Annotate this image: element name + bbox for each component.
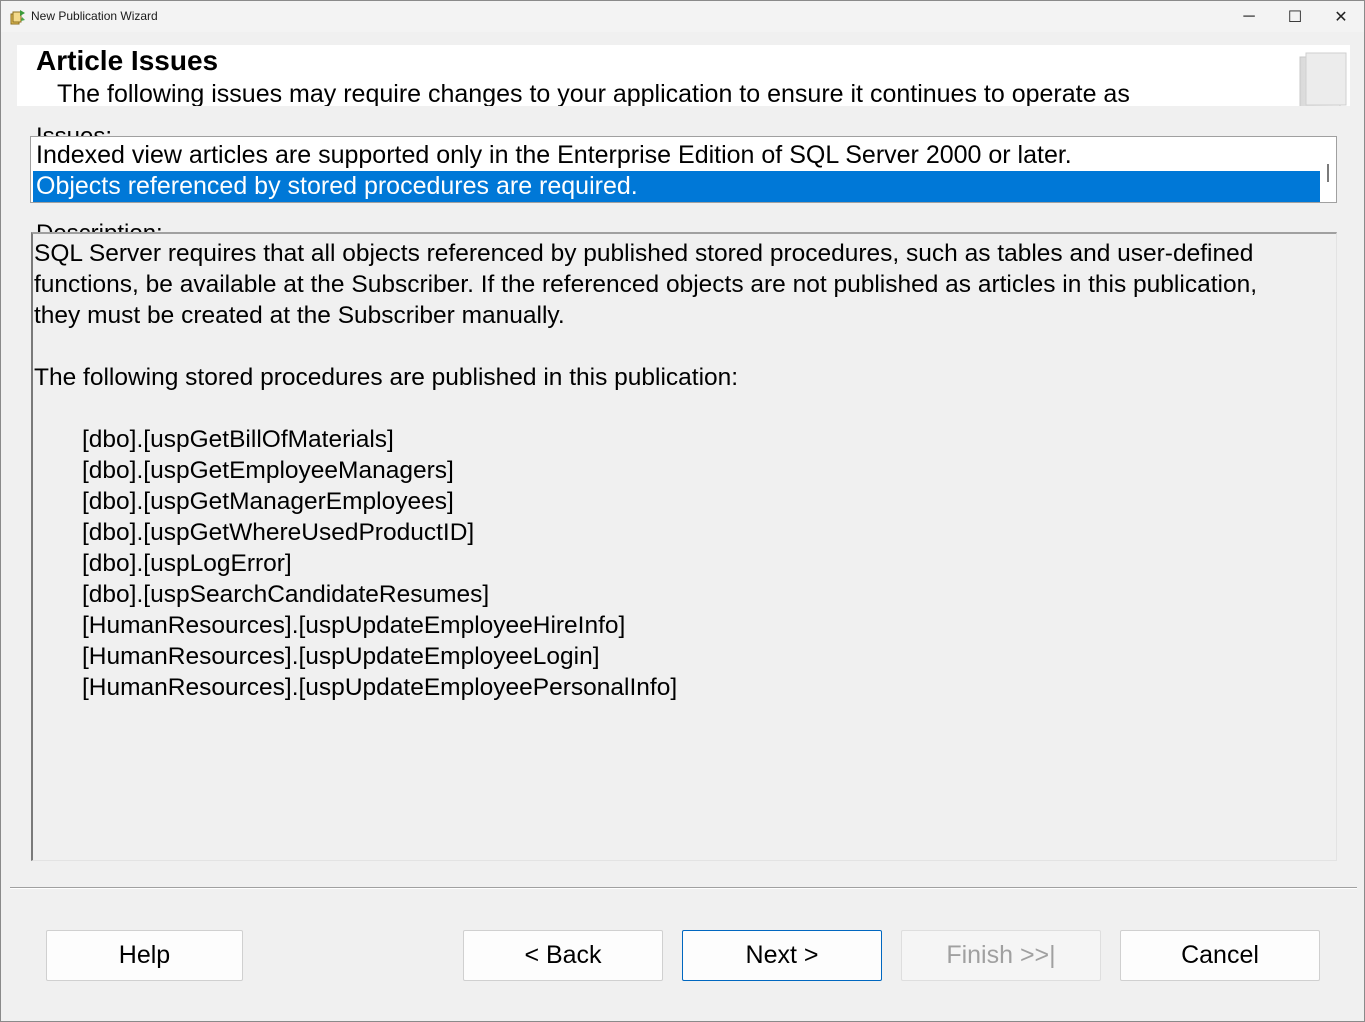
help-button[interactable]: Help <box>46 930 243 981</box>
list-item: [dbo].[uspGetEmployeeManagers] <box>82 457 454 484</box>
list-item: [dbo].[uspGetWhereUsedProductID] <box>82 519 475 546</box>
issues-label: Issues: <box>36 123 113 137</box>
wizard-banner-icon <box>1299 52 1347 106</box>
minimize-icon: ─ <box>1243 7 1255 25</box>
title-bar: New Publication Wizard ─ ☐ ✕ <box>1 1 1364 32</box>
wizard-header: Article Issues The following issues may … <box>17 45 1350 106</box>
maximize-icon: ☐ <box>1287 8 1303 26</box>
footer-divider <box>10 887 1357 889</box>
page-subtitle: The following issues may require changes… <box>57 80 1130 106</box>
list-item: [HumanResources].[uspUpdateEmployeePerso… <box>82 674 678 701</box>
issues-scrollbar[interactable] <box>1320 137 1336 202</box>
description-paragraph: SQL Server requires that all objects ref… <box>34 240 1258 329</box>
issues-list[interactable]: Indexed view articles are supported only… <box>30 136 1337 203</box>
page-title: Article Issues <box>36 45 219 76</box>
minimize-button[interactable]: ─ <box>1226 1 1272 32</box>
description-box: SQL Server requires that all objects ref… <box>31 232 1337 861</box>
list-item: [HumanResources].[uspUpdateEmployeeHireI… <box>82 612 626 639</box>
issue-item-stored-procedures[interactable]: Objects referenced by stored procedures … <box>33 171 1322 202</box>
list-item: [dbo].[uspGetManagerEmployees] <box>82 488 454 515</box>
list-item: [dbo].[uspSearchCandidateResumes] <box>82 581 490 608</box>
wizard-app-icon <box>10 10 25 25</box>
procedure-list: [dbo].[uspGetBillOfMaterials] [dbo].[usp… <box>34 424 1304 703</box>
description-text: SQL Server requires that all objects ref… <box>34 238 1304 703</box>
list-item: [HumanResources].[uspUpdateEmployeeLogin… <box>82 643 600 670</box>
close-icon: ✕ <box>1334 8 1348 26</box>
description-paragraph: The following stored procedures are publ… <box>34 364 739 391</box>
wizard-window: New Publication Wizard ─ ☐ ✕ Article Iss… <box>0 0 1365 1022</box>
list-item: [dbo].[uspGetBillOfMaterials] <box>82 426 394 453</box>
issue-item-indexed-view[interactable]: Indexed view articles are supported only… <box>33 140 1322 171</box>
next-button[interactable]: Next > <box>682 930 882 981</box>
finish-button: Finish >>| <box>901 930 1101 981</box>
back-button[interactable]: < Back <box>463 930 663 981</box>
cancel-button[interactable]: Cancel <box>1120 930 1320 981</box>
close-button[interactable]: ✕ <box>1318 1 1364 32</box>
list-item: [dbo].[uspLogError] <box>82 550 292 577</box>
scrollbar-thumb[interactable] <box>1327 164 1329 182</box>
window-title: New Publication Wizard <box>31 9 158 23</box>
maximize-button[interactable]: ☐ <box>1272 1 1318 32</box>
